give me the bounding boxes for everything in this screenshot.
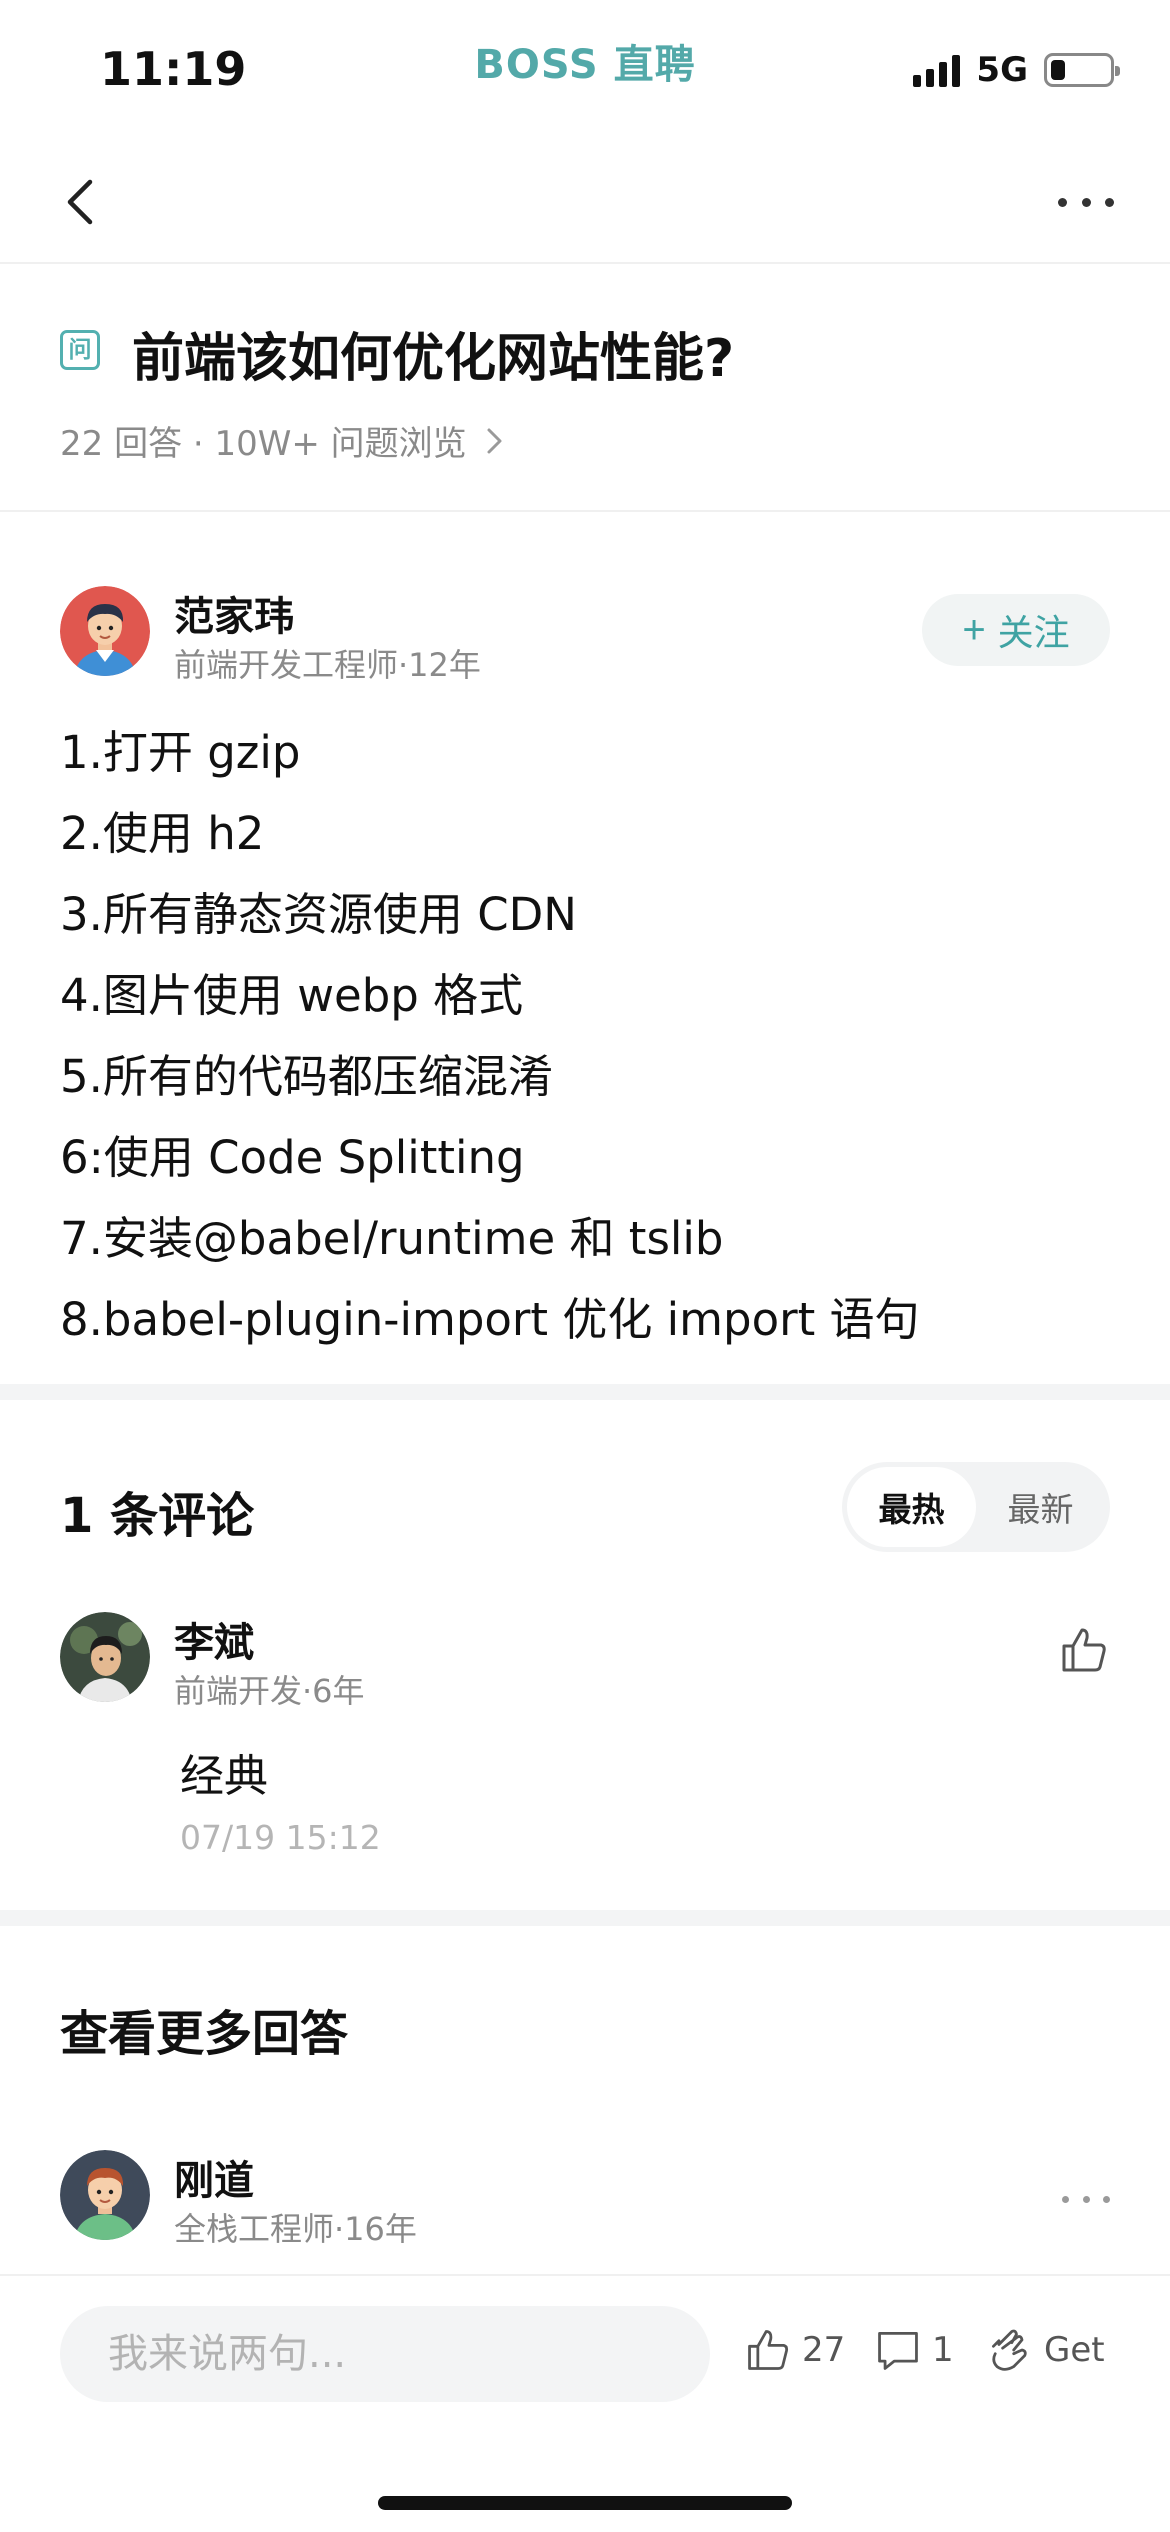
network-label: 5G [976,50,1028,90]
back-button[interactable] [56,174,112,230]
answer-item: 7.安装@babel/runtime 和 tslib [60,1212,724,1265]
thumbs-up-icon [1062,1628,1106,1672]
signal-icon [913,53,961,87]
home-indicator [378,2496,792,2510]
more-options-button[interactable] [1058,180,1114,224]
question-header: 问 前端该如何优化网站性能? 22 回答 · 10W+ 问题浏览 [0,264,1170,512]
comment-like-button[interactable] [1058,1624,1110,1676]
status-indicators: 5G [913,50,1120,90]
dot-icon [1081,197,1091,207]
plus-icon: + [962,607,986,652]
avatar[interactable] [60,1612,150,1702]
chevron-left-icon [67,179,93,225]
get-button[interactable]: Get [986,2326,1105,2374]
author-avatar-icon [60,586,150,676]
answer-item: 4.图片使用 webp 格式 [60,969,524,1022]
chevron-right-icon [487,428,502,453]
more-answers-title: 查看更多回答 [60,2006,349,2062]
answer-more-options[interactable] [1062,2192,1110,2206]
sort-hot-tab[interactable]: 最热 [847,1467,976,1547]
comment-bubble-icon [878,2332,918,2370]
question-detail-page: 11:19 BOSS 直聘 5G 问 前端该如何优化网站性能? 22 回答 · … [0,0,1170,2532]
comment-input[interactable] [60,2306,710,2402]
dot-icon [1105,197,1114,207]
nav-bar [0,140,1170,264]
commenter-avatar-icon [60,1612,150,1702]
section-divider [0,1910,1170,1926]
question-badge-icon: 问 [60,330,100,370]
battery-level [1051,60,1065,80]
avatar[interactable] [60,2150,150,2240]
answer-item: 8.babel-plugin-import 优化 import 语句 [60,1293,920,1346]
dot-icon [1103,2195,1110,2203]
dot-icon [1062,2195,1069,2203]
author-name: 范家玮 [174,594,294,640]
section-divider [0,1384,1170,1400]
question-meta-link[interactable]: 22 回答 · 10W+ 问题浏览 [60,416,507,465]
author-title: 前端开发工程师·12年 [174,646,481,684]
follow-button[interactable]: + 关注 [922,594,1110,666]
follow-label: 关注 [997,612,1070,653]
answerer-avatar-icon [60,2150,150,2240]
finger-heart-icon [992,2329,1027,2371]
dot-icon [1058,197,1067,207]
like-count: 27 [802,2330,846,2370]
answerer-name: 刚道 [174,2158,254,2204]
battery-icon [1044,53,1120,87]
thumbs-up-icon [748,2330,789,2370]
avatar[interactable] [60,586,150,676]
answer-content: 1.打开 gzip 2.使用 h2 3.所有静态资源使用 CDN 4.图片使用 … [60,712,920,1360]
comment-count: 1 [932,2330,954,2370]
answer-item: 3.所有静态资源使用 CDN [60,888,577,941]
answerer-title: 全栈工程师·16年 [174,2210,417,2248]
answer-item: 1.打开 gzip [60,726,301,779]
get-label: Get [1044,2330,1105,2370]
answer-item: 6:使用 Code Splitting [60,1131,525,1184]
comment-author-title: 前端开发·6年 [174,1672,365,1710]
dot-icon [1082,2195,1090,2203]
status-bar: 11:19 BOSS 直聘 5G [0,0,1170,140]
like-button[interactable]: 27 [744,2326,845,2374]
comment-time: 07/19 15:12 [180,1818,381,1857]
comment-author: 李斌 [174,1620,254,1666]
answer-item: 5.所有的代码都压缩混淆 [60,1050,553,1103]
answer-item: 2.使用 h2 [60,807,265,860]
sort-new-tab[interactable]: 最新 [976,1467,1105,1547]
answer-card: 范家玮 前端开发工程师·12年 + 关注 1.打开 gzip 2.使用 h2 3… [0,512,1170,1384]
question-title: 前端该如何优化网站性能? [132,329,735,389]
question-meta: 22 回答 · 10W+ 问题浏览 [60,424,467,464]
comments-section: 1 条评论 最热 最新 李斌 前端开发·6年 经典 07/19 15:12 [0,1400,1170,1910]
bottom-action-bar: 27 1 Get [0,2274,1170,2532]
more-answers-section: 查看更多回答 刚道 全栈工程师·16年 [0,1926,1170,2274]
sort-toggle: 最热 最新 [842,1462,1110,1552]
comment-text: 经典 [180,1751,268,1802]
comments-title: 1 条评论 [60,1488,255,1544]
comment-button[interactable]: 1 [874,2326,954,2374]
